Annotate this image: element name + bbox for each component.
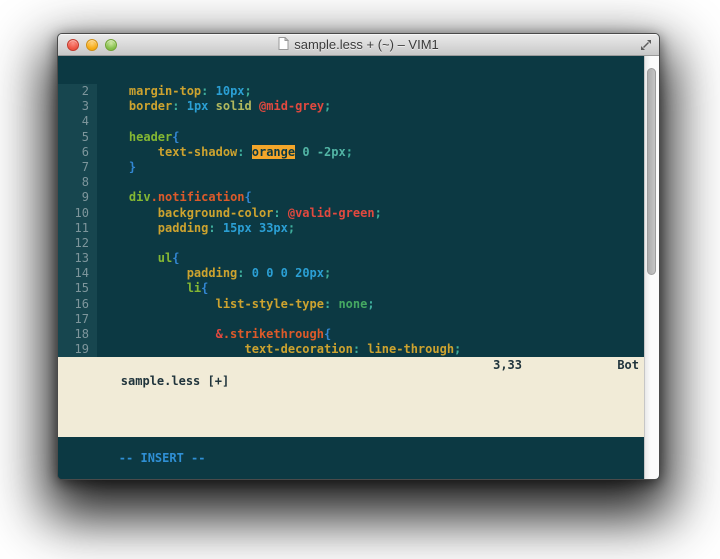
code-text — [97, 236, 100, 251]
line-number: 3 — [58, 99, 97, 114]
mode-indicator: -- INSERT -- — [119, 451, 206, 465]
code-text: border: 1px solid @mid-grey; — [97, 99, 331, 114]
code-text: background-color: @valid-green; — [97, 206, 382, 221]
code-text: padding: 0 0 0 20px; — [97, 266, 331, 281]
line-number: 7 — [58, 160, 97, 175]
code-line[interactable]: 10 background-color: @valid-green; — [58, 206, 644, 221]
statusline-filename: sample.less [+] — [121, 374, 229, 388]
code-line[interactable]: 2 margin-top: 10px; — [58, 84, 644, 99]
line-number: 13 — [58, 251, 97, 266]
code-line[interactable]: 9 div.notification{ — [58, 190, 644, 205]
vim-statusline: sample.less [+] 3,33 Bot — [58, 357, 644, 437]
line-number: 10 — [58, 206, 97, 221]
code-line[interactable]: 8 — [58, 175, 644, 190]
code-text — [97, 175, 100, 190]
search-highlight: orange — [252, 145, 295, 159]
code-text: li{ — [97, 281, 208, 296]
line-number: 6 — [58, 145, 97, 160]
line-number: 17 — [58, 312, 97, 327]
line-number: 4 — [58, 114, 97, 129]
close-button[interactable] — [67, 39, 79, 51]
line-number: 2 — [58, 84, 97, 99]
vim-window: sample.less + (~) – VIM1 2 margin-top: 1… — [57, 33, 660, 480]
line-number: 12 — [58, 236, 97, 251]
code-text: text-decoration: line-through; — [97, 342, 461, 357]
code-text: text-shadow: orange 0 -2px; — [97, 145, 353, 160]
code-text — [97, 312, 100, 327]
code-line[interactable]: 7 } — [58, 160, 644, 175]
line-number: 14 — [58, 266, 97, 281]
window-content: 2 margin-top: 10px;3 border: 1px solid @… — [58, 56, 659, 479]
editor-column: 2 margin-top: 10px;3 border: 1px solid @… — [58, 56, 644, 479]
code-line[interactable]: 17 — [58, 312, 644, 327]
line-number: 9 — [58, 190, 97, 205]
expand-button[interactable] — [639, 38, 653, 52]
window-title: sample.less + (~) – VIM1 — [294, 37, 439, 52]
line-number: 19 — [58, 342, 97, 357]
code-text: margin-top: 10px; — [97, 84, 252, 99]
line-number: 5 — [58, 130, 97, 145]
document-icon — [278, 37, 289, 53]
titlebar[interactable]: sample.less + (~) – VIM1 — [58, 34, 659, 56]
code-line[interactable]: 14 padding: 0 0 0 20px; — [58, 266, 644, 281]
line-number: 15 — [58, 281, 97, 296]
code-text: list-style-type: none; — [97, 297, 375, 312]
code-text: div.notification{ — [97, 190, 252, 205]
window-title-area: sample.less + (~) – VIM1 — [278, 37, 439, 53]
code-text: ul{ — [97, 251, 179, 266]
code-line[interactable]: 3 border: 1px solid @mid-grey; — [58, 99, 644, 114]
code-line[interactable]: 19 text-decoration: line-through; — [58, 342, 644, 357]
editor[interactable]: 2 margin-top: 10px;3 border: 1px solid @… — [58, 56, 644, 357]
traffic-lights — [67, 34, 117, 55]
statusline-scroll-position: Bot — [617, 357, 639, 373]
code-line[interactable]: 13 ul{ — [58, 251, 644, 266]
line-number: 8 — [58, 175, 97, 190]
code-text: } — [97, 160, 136, 175]
code-line[interactable]: 4 — [58, 114, 644, 129]
code-line[interactable]: 18 &.strikethrough{ — [58, 327, 644, 342]
statusline-cursor-position: 3,33 — [493, 357, 522, 373]
code-text — [97, 114, 100, 129]
line-number: 11 — [58, 221, 97, 236]
code-text: padding: 15px 33px; — [97, 221, 295, 236]
code-line[interactable]: 6 text-shadow: orange 0 -2px; — [58, 145, 644, 160]
code-line[interactable]: 16 list-style-type: none; — [58, 297, 644, 312]
code-text: &.strikethrough{ — [97, 327, 331, 342]
minimize-button[interactable] — [86, 39, 98, 51]
line-number: 16 — [58, 297, 97, 312]
scrollbar-track[interactable] — [644, 56, 659, 479]
code-line[interactable]: 5 header{ — [58, 130, 644, 145]
line-number: 18 — [58, 327, 97, 342]
code-line[interactable]: 15 li{ — [58, 281, 644, 296]
scrollbar-thumb[interactable] — [647, 68, 656, 275]
code-line[interactable]: 12 — [58, 236, 644, 251]
code-line[interactable]: 11 padding: 15px 33px; — [58, 221, 644, 236]
code-text: header{ — [97, 130, 180, 145]
zoom-button[interactable] — [105, 39, 117, 51]
code-lines: 2 margin-top: 10px;3 border: 1px solid @… — [58, 84, 644, 357]
vim-commandline: -- INSERT -- — [58, 437, 644, 479]
